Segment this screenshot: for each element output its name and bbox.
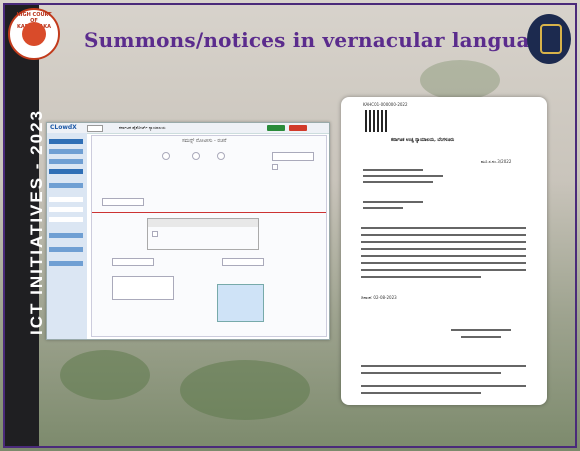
topbar-button[interactable] [267,125,285,131]
table-header [148,219,258,227]
nav-item[interactable] [49,207,83,212]
nav-item[interactable] [49,183,83,188]
nav-item[interactable] [49,139,83,144]
text-line [361,392,481,394]
doc-court-heading: ಕರ್ನಾಟಕ ಉಚ್ಚ ನ್ಯಾಯಾಲಯ, ಬೆಂಗಳೂರು [391,138,455,143]
nav-item[interactable] [49,217,83,222]
sidebar-band: ICT INITIATIVES - 2023 [5,5,46,446]
text-line [361,276,481,278]
text-line [363,207,403,209]
text-line [361,241,526,243]
party-table [147,218,259,250]
text-line [363,169,423,171]
page-title: Summons/notices in vernacular language [84,28,557,52]
court-select[interactable] [87,125,103,132]
text-line [361,262,526,264]
doc-reference: KAHC01-000000-2022 [363,102,408,107]
qr-code-icon [365,110,387,132]
language-select[interactable] [272,152,314,161]
bg-tree [60,350,150,400]
bg-tree [420,60,500,100]
dropdown-field[interactable] [222,258,264,266]
logout-button[interactable] [289,125,307,131]
nav-item[interactable] [49,261,83,266]
text-line [361,269,526,271]
app-screenshot: CLowdX ಕರ್ನಾಟಕ ಹೈಕೋರ್ಟ್ ನ್ಯಾಯಾಲಯ ಸಮನ್ಸ್ … [46,122,330,340]
app-nav-menu [47,133,87,339]
nav-item[interactable] [49,233,83,238]
text-area[interactable] [112,276,174,300]
nav-item[interactable] [49,149,83,154]
scales-icon [540,24,562,54]
app-topbar: CLowdX ಕರ್ನಾಟಕ ಹೈಕೋರ್ಟ್ ನ್ಯಾಯಾಲಯ [47,123,329,134]
nav-item[interactable] [49,169,83,174]
radio-option[interactable] [162,152,170,160]
dropdown-field[interactable] [112,258,154,266]
text-line [361,372,501,374]
doc-date: ದಿನಾಂಕ: 02-08-2023 [361,295,397,300]
app-logo: CLowdX [50,124,77,131]
text-line [363,175,443,177]
nav-item[interactable] [49,247,83,252]
scales-of-justice-emblem-icon [527,14,571,64]
pane-title: ಸಮನ್ಸ್ ನೋಟೀಸು - ರಚನೆ [182,138,227,144]
nav-item[interactable] [49,197,83,202]
text-line [361,227,526,229]
row-checkbox[interactable] [152,231,158,237]
preview-box[interactable] [217,284,264,322]
text-line [361,365,526,367]
notice-document: KAHC01-000000-2022 ಕರ್ನಾಟಕ ಉಚ್ಚ ನ್ಯಾಯಾಲಯ… [341,97,547,405]
summons-form-pane: ಸಮನ್ಸ್ ನೋಟೀಸು - ರಚನೆ [91,135,327,337]
text-line [363,201,423,203]
bg-tree [180,360,310,420]
text-line [361,255,526,257]
text-line [361,234,526,236]
doc-case-number: ಮೂ.ಸ.ನಂ.3/2022 [481,159,512,164]
checkbox[interactable] [272,164,278,170]
radio-option[interactable] [217,152,225,160]
text-line [361,385,526,387]
nav-item[interactable] [49,159,83,164]
search-field[interactable] [102,198,144,206]
app-header-text: ಕರ್ನಾಟಕ ಹೈಕೋರ್ಟ್ ನ್ಯಾಯಾಲಯ [119,125,166,130]
radio-option[interactable] [192,152,200,160]
high-court-logo: HIGH COURT OF KARNATAKA [8,8,60,60]
signature-line [461,336,501,338]
section-divider [92,212,326,213]
signature-line [451,329,511,331]
sidebar-label: ICT INITIATIVES - 2023 [27,108,46,335]
text-line [361,248,526,250]
slide-background: ICT INITIATIVES - 2023 HIGH COURT OF KAR… [0,0,580,451]
logo-emblem-icon [22,22,46,46]
text-line [363,181,433,183]
